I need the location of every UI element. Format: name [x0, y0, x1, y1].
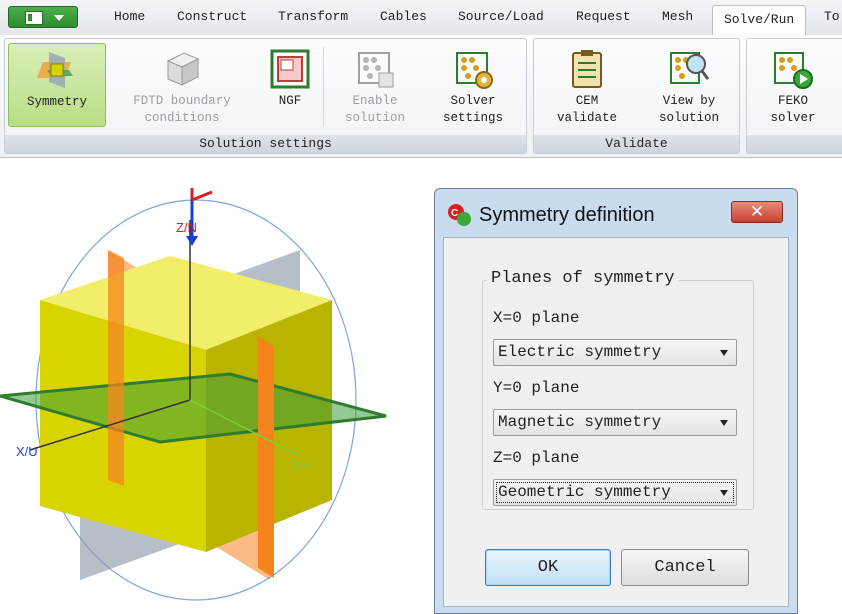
abacus-icon	[358, 52, 394, 88]
ngf-button[interactable]: NGF	[263, 43, 317, 127]
symmetry-icon	[37, 52, 73, 88]
y-plane-select[interactable]: Magnetic symmetry	[493, 409, 737, 436]
planes-of-symmetry-legend: Planes of symmetry	[487, 269, 679, 288]
tab-construct[interactable]: Construct	[177, 9, 247, 24]
triad-x-arrow	[191, 190, 213, 202]
feko-solver-button[interactable]: FEKO solver	[753, 43, 833, 127]
z-plane-select[interactable]: Geometric symmetry	[493, 479, 737, 506]
symmetry-button[interactable]: Symmetry	[8, 43, 106, 127]
x-plane-select[interactable]: Electric symmetry	[493, 339, 737, 366]
x-plane-front-edge	[258, 336, 274, 578]
ngf-icon	[270, 49, 310, 89]
symmetry-definition-dialog: C Symmetry definition ✕ Planes of symmet…	[434, 188, 798, 614]
ribbon-panel: Symmetry FDTD boundary conditions NGF En…	[0, 35, 842, 158]
z-axis-label: Z/N	[176, 220, 197, 235]
x-plane-label: X=0 plane	[493, 309, 580, 327]
dialog-title: Symmetry definition	[479, 204, 655, 226]
symmetry-label: Symmetry	[26, 95, 87, 109]
validate-group-label: Validate	[534, 135, 739, 153]
solver-settings-icon	[456, 52, 493, 89]
cube-icon	[166, 52, 200, 86]
chevron-down-icon	[720, 490, 728, 496]
fdtd-boundary-conditions-button[interactable]: FDTD boundary conditions	[123, 43, 241, 127]
z-plane-select-value: Geometric symmetry	[498, 483, 671, 501]
validate-group: CEM validate View by solution Validate	[533, 38, 740, 154]
close-button[interactable]: ✕	[731, 201, 783, 223]
z-plane-label: Z=0 plane	[493, 449, 580, 467]
feko-solver-label: FEKO solver	[770, 94, 816, 125]
fdtd-boundary-conditions-label: FDTD boundary conditions	[133, 94, 231, 125]
triad-z-arrowhead	[186, 236, 198, 246]
solver-settings-label: Solver settings	[442, 94, 503, 125]
view-by-solution-label: View by solution	[658, 94, 719, 125]
ribbon-tab-bar: Home Construct Transform Cables Source/L…	[0, 0, 842, 36]
solution-settings-group-label: Solution settings	[5, 135, 526, 153]
3d-symmetry-view[interactable]: Z/N X/U Y/V	[0, 180, 400, 614]
tab-home[interactable]: Home	[114, 9, 145, 24]
ngf-label: NGF	[278, 94, 302, 108]
magnifier-abacus-icon	[670, 52, 710, 84]
view-by-solution-button[interactable]: View by solution	[646, 43, 732, 127]
tab-solve-run[interactable]: Solve/Run	[712, 5, 807, 35]
enable-solution-label: Enable solution	[344, 94, 405, 125]
clipboard-icon	[572, 50, 602, 88]
solution-settings-group: Symmetry FDTD boundary conditions NGF En…	[4, 38, 527, 154]
tab-source-load[interactable]: Source/Load	[458, 9, 544, 24]
app-logo-icon: C	[448, 204, 471, 226]
document-icon	[25, 11, 43, 25]
x-plane-left-edge	[108, 250, 124, 486]
cem-validate-label: CEM validate	[556, 94, 617, 125]
y-axis-label: Y/V	[290, 458, 311, 473]
x-axis-label: X/U	[16, 444, 38, 459]
tab-tools[interactable]: To	[824, 9, 840, 24]
enable-solution-button[interactable]: Enable solution	[335, 43, 415, 127]
svg-text:C: C	[451, 208, 458, 219]
ribbon-separator	[323, 47, 324, 127]
cancel-button[interactable]: Cancel	[621, 549, 749, 586]
run-group-label	[747, 135, 842, 153]
y-plane-label: Y=0 plane	[493, 379, 580, 397]
chevron-down-icon	[720, 350, 728, 356]
run-group: FEKO solver	[746, 38, 842, 154]
application-menu-button[interactable]	[8, 6, 78, 28]
solver-settings-button[interactable]: Solver settings	[433, 43, 513, 127]
y-plane-select-value: Magnetic symmetry	[498, 413, 662, 431]
run-solver-icon	[774, 52, 813, 89]
chevron-down-icon	[720, 420, 728, 426]
ok-button[interactable]: OK	[485, 549, 611, 586]
x-plane-select-value: Electric symmetry	[498, 343, 662, 361]
tab-cables[interactable]: Cables	[380, 9, 427, 24]
tab-request[interactable]: Request	[576, 9, 631, 24]
tab-mesh[interactable]: Mesh	[662, 9, 693, 24]
dropdown-arrow-icon	[54, 15, 64, 21]
tab-transform[interactable]: Transform	[278, 9, 348, 24]
cem-validate-button[interactable]: CEM validate	[544, 43, 630, 127]
